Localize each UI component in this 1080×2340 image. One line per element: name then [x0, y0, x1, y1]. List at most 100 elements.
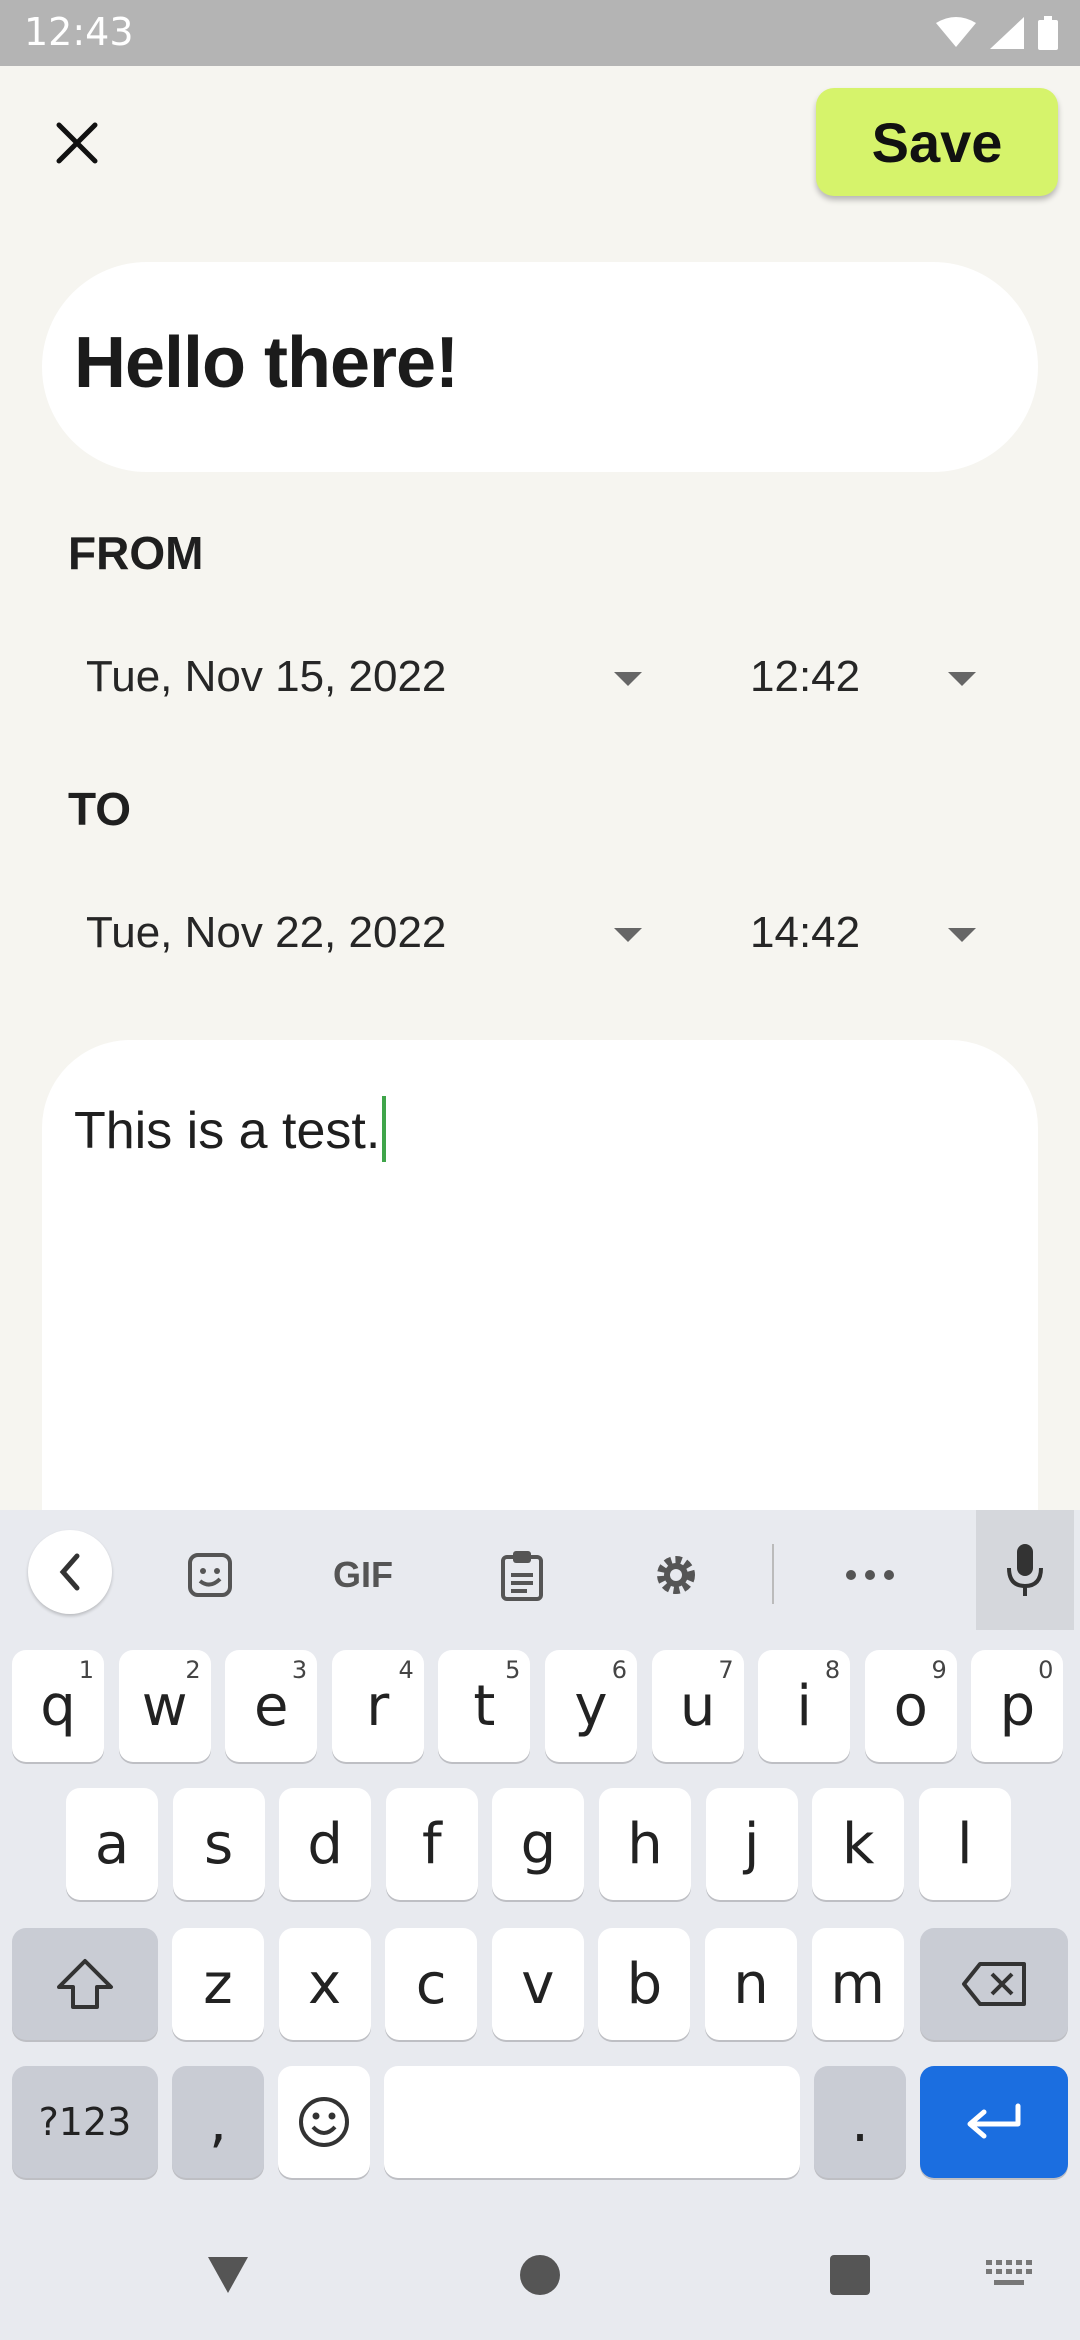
note-text: This is a test. [74, 1096, 387, 1162]
key-e[interactable]: e3 [225, 1650, 318, 1762]
key-f[interactable]: f [385, 1788, 478, 1900]
more-icon [846, 1570, 894, 1580]
microphone-icon [1007, 1544, 1043, 1596]
more-button[interactable] [830, 1540, 910, 1610]
key-s[interactable]: s [172, 1788, 265, 1900]
symbols-key[interactable]: ?123 [12, 2066, 158, 2178]
key-label: c [415, 1951, 447, 2017]
chevron-down-icon [614, 672, 642, 686]
key-number-hint: 7 [718, 1656, 734, 1684]
key-label: m [830, 1951, 885, 2017]
backspace-key[interactable] [920, 1928, 1068, 2040]
enter-key[interactable] [920, 2066, 1068, 2178]
shift-icon [57, 1959, 113, 2009]
enter-icon [967, 2103, 1021, 2139]
save-button[interactable]: Save [816, 88, 1058, 196]
key-l[interactable]: l [918, 1788, 1011, 1900]
text-cursor [382, 1096, 387, 1162]
key-label: z [203, 1951, 233, 2017]
key-x[interactable]: x [278, 1928, 371, 2040]
gif-button[interactable]: GIF [318, 1540, 408, 1610]
key-number-hint: 2 [185, 1656, 201, 1684]
key-label: w [141, 1673, 188, 1739]
key-label: y [574, 1673, 608, 1739]
key-c[interactable]: c [385, 1928, 478, 2040]
to-label: TO [68, 783, 132, 835]
key-h[interactable]: h [599, 1788, 691, 1900]
key-o[interactable]: o9 [864, 1650, 957, 1762]
key-a[interactable]: a [66, 1788, 158, 1900]
key-label: x [308, 1951, 342, 2017]
chevron-left-icon [59, 1553, 80, 1591]
keyboard-back-button[interactable] [28, 1530, 112, 1614]
shift-key[interactable] [12, 1928, 158, 2040]
chevron-down-icon [614, 928, 642, 942]
keyboard: GIF ?123 , . q 1 w 2 e 3 r 4 t 5 y 6 u 7… [0, 1510, 1080, 2340]
key-v[interactable]: v [491, 1928, 584, 2040]
key-label: f [421, 1811, 442, 1877]
emoji-icon [299, 2097, 349, 2147]
settings-button[interactable] [636, 1540, 716, 1610]
to-time-dropdown[interactable]: 14:42 [730, 878, 1000, 988]
key-y[interactable]: y6 [545, 1650, 637, 1762]
from-time-dropdown[interactable]: 12:42 [730, 622, 1000, 732]
to-time-value: 14:42 [750, 908, 861, 957]
to-date-dropdown[interactable]: Tue, Nov 22, 2022 [62, 878, 662, 988]
key-g[interactable]: g [492, 1788, 585, 1900]
key-label: s [204, 1811, 234, 1877]
key-w[interactable]: w2 [118, 1650, 211, 1762]
from-label: FROM [68, 527, 204, 579]
key-b[interactable]: b [598, 1928, 691, 2040]
close-button[interactable] [44, 110, 110, 176]
comma-key[interactable]: , [172, 2066, 264, 2178]
close-icon [56, 122, 98, 164]
period-key[interactable]: . [814, 2066, 906, 2178]
status-icons [936, 14, 1058, 52]
key-label: u [679, 1673, 716, 1739]
key-label: r [366, 1673, 390, 1739]
key-label: j [743, 1811, 760, 1877]
key-label: p [999, 1673, 1036, 1739]
circle-icon [520, 2255, 560, 2295]
key-label: q [40, 1673, 76, 1739]
mic-button[interactable] [976, 1510, 1074, 1630]
key-p[interactable]: p0 [971, 1650, 1064, 1762]
clipboard-button[interactable] [482, 1540, 562, 1610]
key-m[interactable]: m [811, 1928, 904, 2040]
key-q[interactable]: q1 [12, 1650, 104, 1762]
key-label: k [841, 1811, 875, 1877]
key-label: d [307, 1811, 343, 1877]
key-label: n [733, 1951, 769, 2017]
key-i[interactable]: i8 [758, 1650, 851, 1762]
key-z[interactable]: z [172, 1928, 264, 2040]
from-date-dropdown[interactable]: Tue, Nov 15, 2022 [62, 622, 662, 732]
chevron-down-icon [948, 672, 976, 686]
key-t[interactable]: t5 [438, 1650, 531, 1762]
emoji-key[interactable] [278, 2066, 370, 2178]
toolbar-divider [772, 1544, 774, 1604]
key-label: a [94, 1811, 130, 1877]
nav-recents-button[interactable] [812, 2240, 888, 2310]
nav-back-button[interactable] [190, 2240, 266, 2310]
sticker-button[interactable] [170, 1540, 250, 1610]
backspace-icon [962, 1962, 1026, 2006]
battery-icon [1038, 16, 1058, 50]
gear-icon [657, 1556, 695, 1594]
key-number-hint: 0 [1038, 1656, 1054, 1684]
clipboard-icon [501, 1551, 543, 1601]
to-date-value: Tue, Nov 22, 2022 [86, 908, 447, 957]
key-r[interactable]: r4 [331, 1650, 424, 1762]
key-j[interactable]: j [705, 1788, 798, 1900]
keyboard-switch-button[interactable] [976, 2248, 1042, 2302]
key-n[interactable]: n [705, 1928, 797, 2040]
nav-home-button[interactable] [502, 2240, 578, 2310]
key-label: e [253, 1673, 289, 1739]
key-label: g [520, 1811, 557, 1877]
key-label: v [521, 1951, 555, 2017]
note-value: This is a test. [74, 1102, 381, 1160]
key-u[interactable]: u7 [651, 1650, 744, 1762]
key-d[interactable]: d [279, 1788, 372, 1900]
key-k[interactable]: k [812, 1788, 905, 1900]
key-number-hint: 1 [78, 1656, 94, 1684]
space-key[interactable] [384, 2066, 800, 2178]
